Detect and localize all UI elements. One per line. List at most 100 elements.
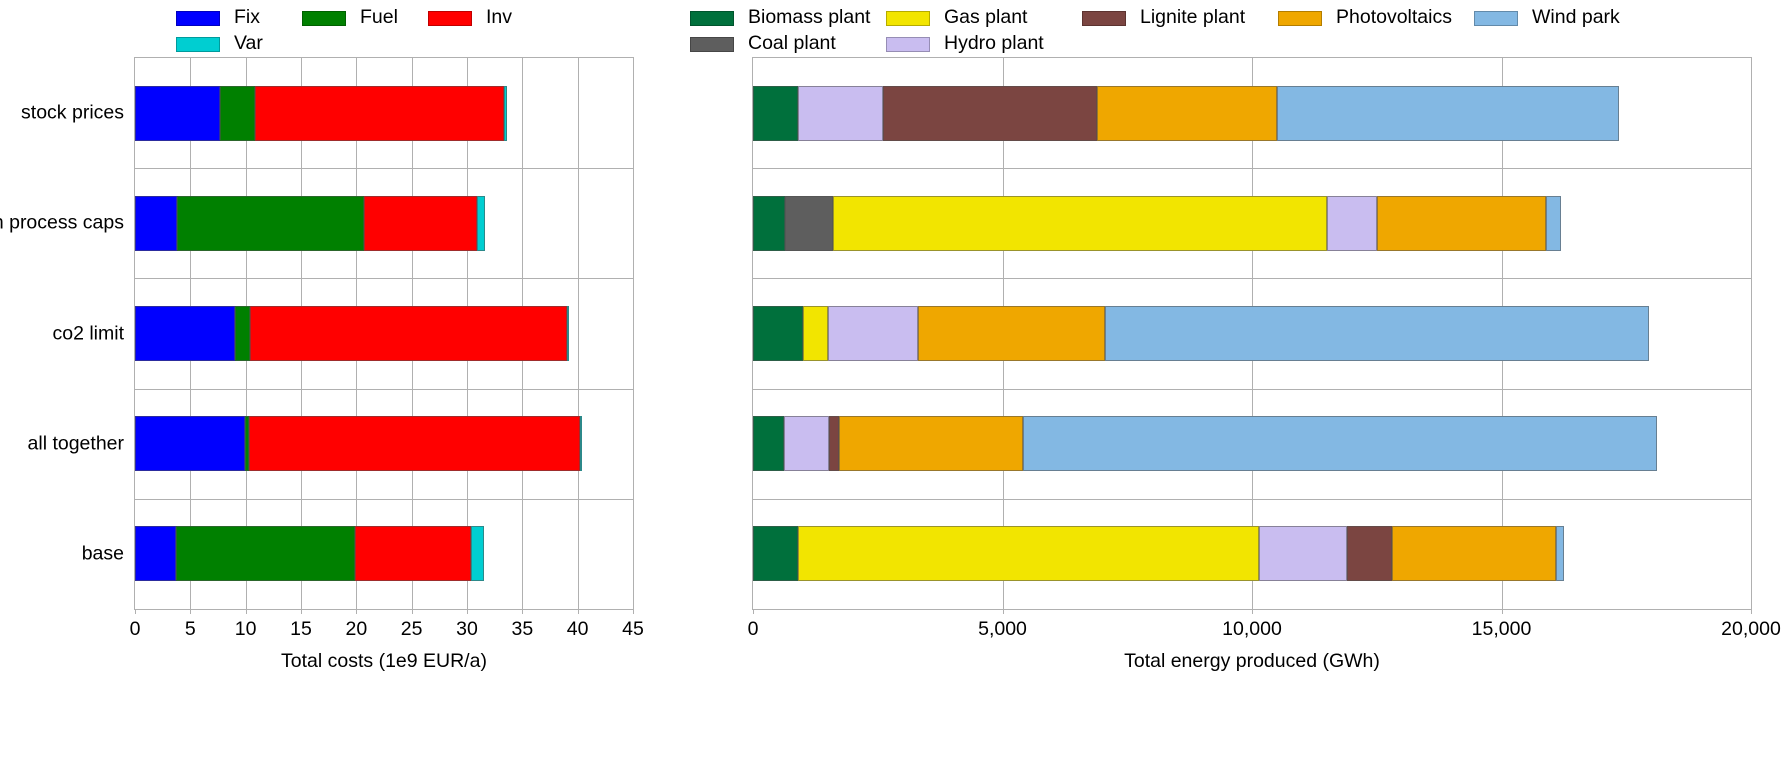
bar-segment[interactable] <box>838 416 1024 472</box>
row-separator <box>135 168 633 170</box>
bar-segment[interactable] <box>175 526 356 582</box>
bar-segment[interactable] <box>135 195 178 251</box>
legend-swatch <box>176 36 220 52</box>
x-tick-label: 15 <box>290 618 312 640</box>
x-tick-label: 25 <box>400 618 423 640</box>
row-separator <box>753 388 1751 390</box>
y-tick-label: all together <box>27 432 124 455</box>
bar-segment[interactable] <box>753 526 798 582</box>
bar-row[interactable] <box>135 85 633 141</box>
legend-swatch <box>176 10 220 26</box>
bar-segment[interactable] <box>827 306 918 361</box>
x-tick-mark <box>245 610 247 614</box>
bar-segment[interactable] <box>832 195 1327 251</box>
x-tick-label: 5,000 <box>978 618 1027 640</box>
bar-row[interactable] <box>753 526 1751 582</box>
bar-segment[interactable] <box>1276 85 1619 141</box>
bar-row[interactable] <box>753 416 1751 472</box>
x-tick-label: 20 <box>345 618 368 640</box>
row-separator <box>753 498 1751 500</box>
bar-segment[interactable] <box>783 416 829 472</box>
legend-label: Hydro plant <box>944 32 1044 55</box>
x-tick-mark <box>1002 610 1004 614</box>
bar-segment[interactable] <box>797 85 883 141</box>
bar-segment[interactable] <box>566 306 569 361</box>
bar-segment[interactable] <box>471 526 484 582</box>
legend-label: Var <box>234 32 263 55</box>
bar-segment[interactable] <box>1259 526 1347 582</box>
bar-segment[interactable] <box>802 306 828 361</box>
bar-segment[interactable] <box>753 85 798 141</box>
bar-segment[interactable] <box>248 416 580 472</box>
bar-segment[interactable] <box>234 306 251 361</box>
bar-segment[interactable] <box>503 85 507 141</box>
bar-segment[interactable] <box>1391 526 1557 582</box>
legend-entry: Inv <box>428 5 554 31</box>
legend-entry: Lignite plant <box>1082 5 1278 31</box>
x-tick-label: 45 <box>622 618 644 640</box>
row-separator <box>135 278 633 280</box>
bar-segment[interactable] <box>476 195 485 251</box>
legend-label: Biomass plant <box>748 6 871 29</box>
bar-segment[interactable] <box>753 306 803 361</box>
bar-row[interactable] <box>753 306 1751 361</box>
legend-entry: Fix <box>176 5 302 31</box>
plot-area-total-energy <box>753 58 1752 609</box>
bar-segment[interactable] <box>1104 306 1649 361</box>
y-tick-label: stock prices <box>21 101 124 124</box>
legend-entry: Gas plant <box>886 5 1082 31</box>
bar-segment[interactable] <box>1546 195 1562 251</box>
bar-row[interactable] <box>135 416 633 472</box>
x-tick-label: 0 <box>747 618 759 640</box>
legend-swatch <box>1278 10 1322 26</box>
x-tick-mark <box>753 610 754 614</box>
x-tick-mark <box>356 610 358 614</box>
row-separator <box>753 168 1751 170</box>
legend-swatch <box>1474 10 1518 26</box>
bar-segment[interactable] <box>355 526 472 582</box>
x-axis-label-total-energy: Total energy produced (GWh) <box>1124 650 1380 672</box>
figure-stacked-bar-charts: Fix Fuel Inv Var Biomass plant Gas plant Lign… <box>0 0 1791 762</box>
bar-segment[interactable] <box>1023 416 1658 472</box>
x-tick-label: 40 <box>566 618 589 640</box>
bar-segment[interactable] <box>254 85 504 141</box>
legend-costs: Fix Fuel Inv Var <box>176 5 656 57</box>
bar-segment[interactable] <box>797 526 1260 582</box>
legend-entry: Wind park <box>1474 5 1704 31</box>
bar-segment[interactable] <box>250 306 567 361</box>
bar-segment[interactable] <box>882 85 1098 141</box>
bar-segment[interactable] <box>753 416 784 472</box>
bar-segment[interactable] <box>785 195 833 251</box>
bar-segment[interactable] <box>579 416 582 472</box>
bar-segment[interactable] <box>917 306 1105 361</box>
bar-segment[interactable] <box>364 195 477 251</box>
x-tick-mark <box>1751 610 1752 614</box>
bar-segment[interactable] <box>753 195 786 251</box>
bar-row[interactable] <box>135 195 633 251</box>
legend-label: Fuel <box>360 6 398 29</box>
bar-segment[interactable] <box>135 416 245 472</box>
bar-segment[interactable] <box>1326 195 1377 251</box>
bar-row[interactable] <box>753 195 1751 251</box>
x-tick-label: 35 <box>511 618 534 640</box>
bar-segment[interactable] <box>1346 526 1392 582</box>
bar-segment[interactable] <box>1097 85 1277 141</box>
bar-row[interactable] <box>135 306 633 361</box>
bar-segment[interactable] <box>1376 195 1547 251</box>
bar-segment[interactable] <box>1556 526 1564 582</box>
bar-row[interactable] <box>135 526 633 582</box>
x-tick-mark <box>577 610 579 614</box>
x-tick-mark <box>301 610 302 614</box>
bar-segment[interactable] <box>135 526 176 582</box>
x-tick-label: 20,000 <box>1721 618 1781 640</box>
bar-segment[interactable] <box>220 85 255 141</box>
bar-segment[interactable] <box>828 416 839 472</box>
legend-label: Lignite plant <box>1140 6 1246 29</box>
bar-segment[interactable] <box>135 85 221 141</box>
bar-segment[interactable] <box>177 195 365 251</box>
x-tick-mark <box>411 610 413 614</box>
plot-area-total-costs <box>135 58 634 609</box>
bar-segment[interactable] <box>135 306 235 361</box>
legend-entry: Photovoltaics <box>1278 5 1474 31</box>
bar-row[interactable] <box>753 85 1751 141</box>
